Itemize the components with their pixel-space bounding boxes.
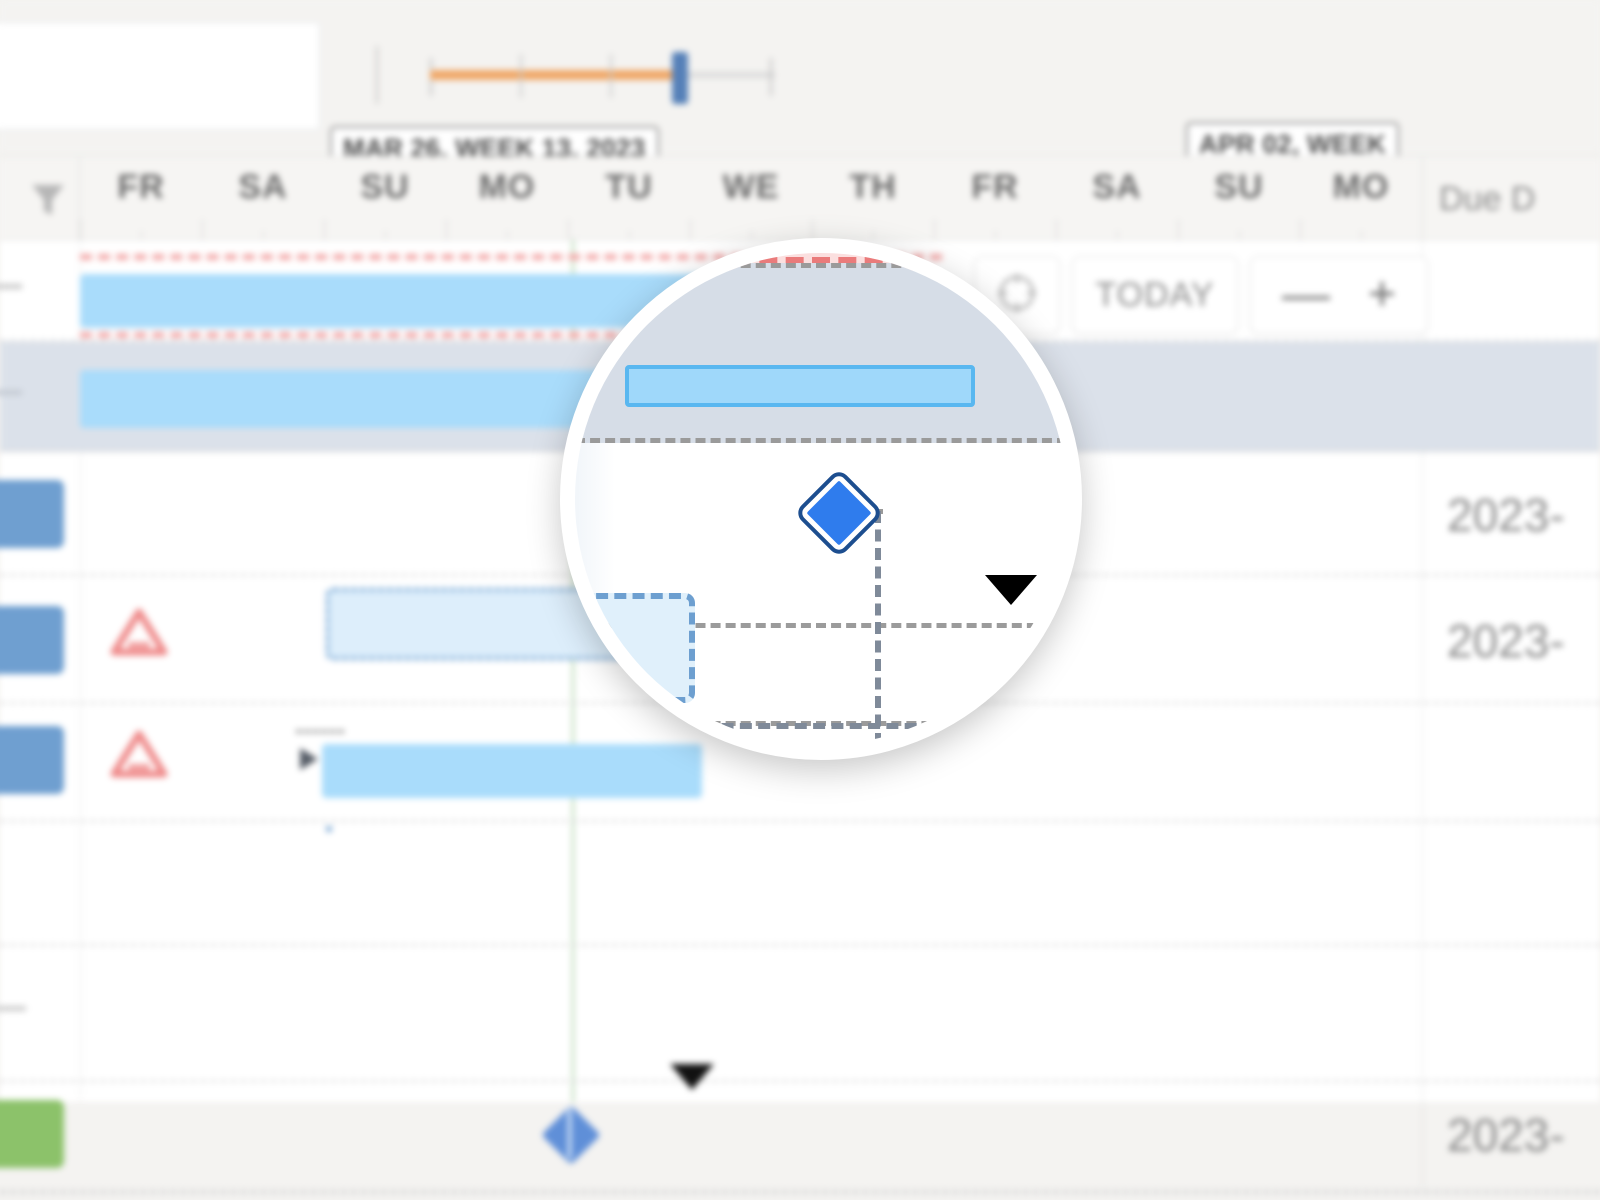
day-column-su[interactable]: SU <box>324 157 446 241</box>
due-date-column-header[interactable]: Due D <box>1422 157 1600 241</box>
collapse-triangle-marker[interactable] <box>670 1064 714 1090</box>
zoom-in-button[interactable]: + <box>1368 271 1396 319</box>
due-date-value: 2023- <box>1447 1109 1565 1161</box>
day-tick <box>446 219 447 241</box>
day-tick <box>1056 219 1057 241</box>
day-column-th[interactable]: TH <box>812 157 934 241</box>
day-column-fr[interactable]: FR <box>80 157 202 241</box>
week-callout-end-label: APR 02, WEEK <box>1199 129 1387 159</box>
timeline-day-header: FR SA SU MO TU WE TH FR SA SU MO Due D <box>0 156 1600 241</box>
due-date-cell: 2023- <box>1422 452 1600 574</box>
overview-tick <box>610 54 612 98</box>
day-label: WE <box>722 168 780 206</box>
day-column-mo[interactable]: MO <box>446 157 568 241</box>
table-row[interactable]: 2023- <box>0 1064 1600 1192</box>
day-label: FR <box>971 168 1019 206</box>
dependency-stub <box>296 730 344 733</box>
search-input[interactable] <box>0 22 320 130</box>
zoomed-collapse-triangle[interactable] <box>985 575 1037 605</box>
row-color-swatch[interactable] <box>0 726 64 794</box>
due-date-cell: 2023- <box>1422 576 1600 702</box>
zoom-out-button[interactable]: — <box>1282 271 1330 319</box>
gantt-app-root: MAR 26, WEEK 13, 2023 APR 02, WEEK FR SA S… <box>0 0 1600 1200</box>
zoomed-drag-ghost-bar[interactable] <box>575 593 695 703</box>
row-color-swatch[interactable] <box>0 1100 64 1168</box>
day-column-su[interactable]: SU <box>1178 157 1300 241</box>
day-label: TU <box>605 168 653 206</box>
day-tick <box>1300 219 1301 241</box>
zoomed-selected-row[interactable] <box>575 263 1067 443</box>
day-label: SA <box>1092 168 1142 206</box>
day-label: FR <box>117 168 165 206</box>
overview-end-cap <box>770 58 772 96</box>
day-column-fr[interactable]: FR <box>934 157 1056 241</box>
due-date-value: 2023- <box>1447 489 1565 541</box>
overview-left-bound <box>376 46 378 104</box>
magnifier-lens <box>560 238 1082 760</box>
zoom-controls: — + <box>1250 256 1428 334</box>
magnifier-lens-content <box>575 253 1067 745</box>
day-label: TH <box>849 168 897 206</box>
row-handle[interactable] <box>0 1006 26 1011</box>
day-tick <box>202 219 203 241</box>
warning-triangle-icon[interactable] <box>110 728 168 785</box>
day-label: SU <box>1214 168 1264 206</box>
due-date-header-label: Due D <box>1439 180 1536 218</box>
table-row[interactable] <box>0 946 1600 1082</box>
today-button-label: TODAY <box>1095 275 1215 314</box>
row-handle[interactable] <box>0 390 22 395</box>
day-column-tu[interactable]: TU <box>568 157 690 241</box>
filter-header-cell[interactable] <box>0 157 80 241</box>
table-row-end <box>0 1192 1600 1194</box>
row-handle[interactable] <box>0 284 22 289</box>
warning-cell[interactable] <box>96 708 182 794</box>
warning-cell[interactable] <box>96 586 182 672</box>
day-tick <box>324 219 325 241</box>
table-row[interactable] <box>0 822 1600 946</box>
due-date-cell: 2023- <box>1422 1082 1600 1190</box>
today-button[interactable]: TODAY <box>1072 256 1238 334</box>
filter-funnel-icon[interactable] <box>30 181 66 224</box>
day-column-we[interactable]: WE <box>690 157 812 241</box>
day-tick <box>568 219 569 241</box>
day-column-mo[interactable]: MO <box>1300 157 1422 241</box>
zoomed-drag-guide <box>875 511 881 745</box>
zoomed-connector-bottom <box>575 723 935 729</box>
day-label: MO <box>1332 168 1390 206</box>
day-tick <box>1178 219 1179 241</box>
day-label: MO <box>478 168 536 206</box>
milestone-inner-line <box>567 1108 572 1159</box>
zoomed-task-bar-selected[interactable] <box>625 365 975 407</box>
task-bar[interactable] <box>322 744 702 798</box>
overview-scroll-handle[interactable] <box>672 52 688 104</box>
row-color-swatch[interactable] <box>0 606 64 674</box>
day-tick <box>80 219 81 241</box>
day-tick <box>934 219 935 241</box>
warning-triangle-icon[interactable] <box>110 606 168 663</box>
day-tick <box>690 219 691 241</box>
day-column-sa[interactable]: SA <box>202 157 324 241</box>
row-color-swatch[interactable] <box>0 480 64 548</box>
overview-progress-bar[interactable] <box>430 70 678 80</box>
overview-tick <box>520 54 522 98</box>
day-column-sa[interactable]: SA <box>1056 157 1178 241</box>
day-label: SU <box>360 168 410 206</box>
due-date-value: 2023- <box>1447 615 1565 667</box>
milestone-diamond[interactable] <box>541 1105 601 1165</box>
day-label: SA <box>238 168 288 206</box>
zoomed-milestone-diamond[interactable] <box>799 473 879 553</box>
dependency-arrow <box>300 748 318 770</box>
